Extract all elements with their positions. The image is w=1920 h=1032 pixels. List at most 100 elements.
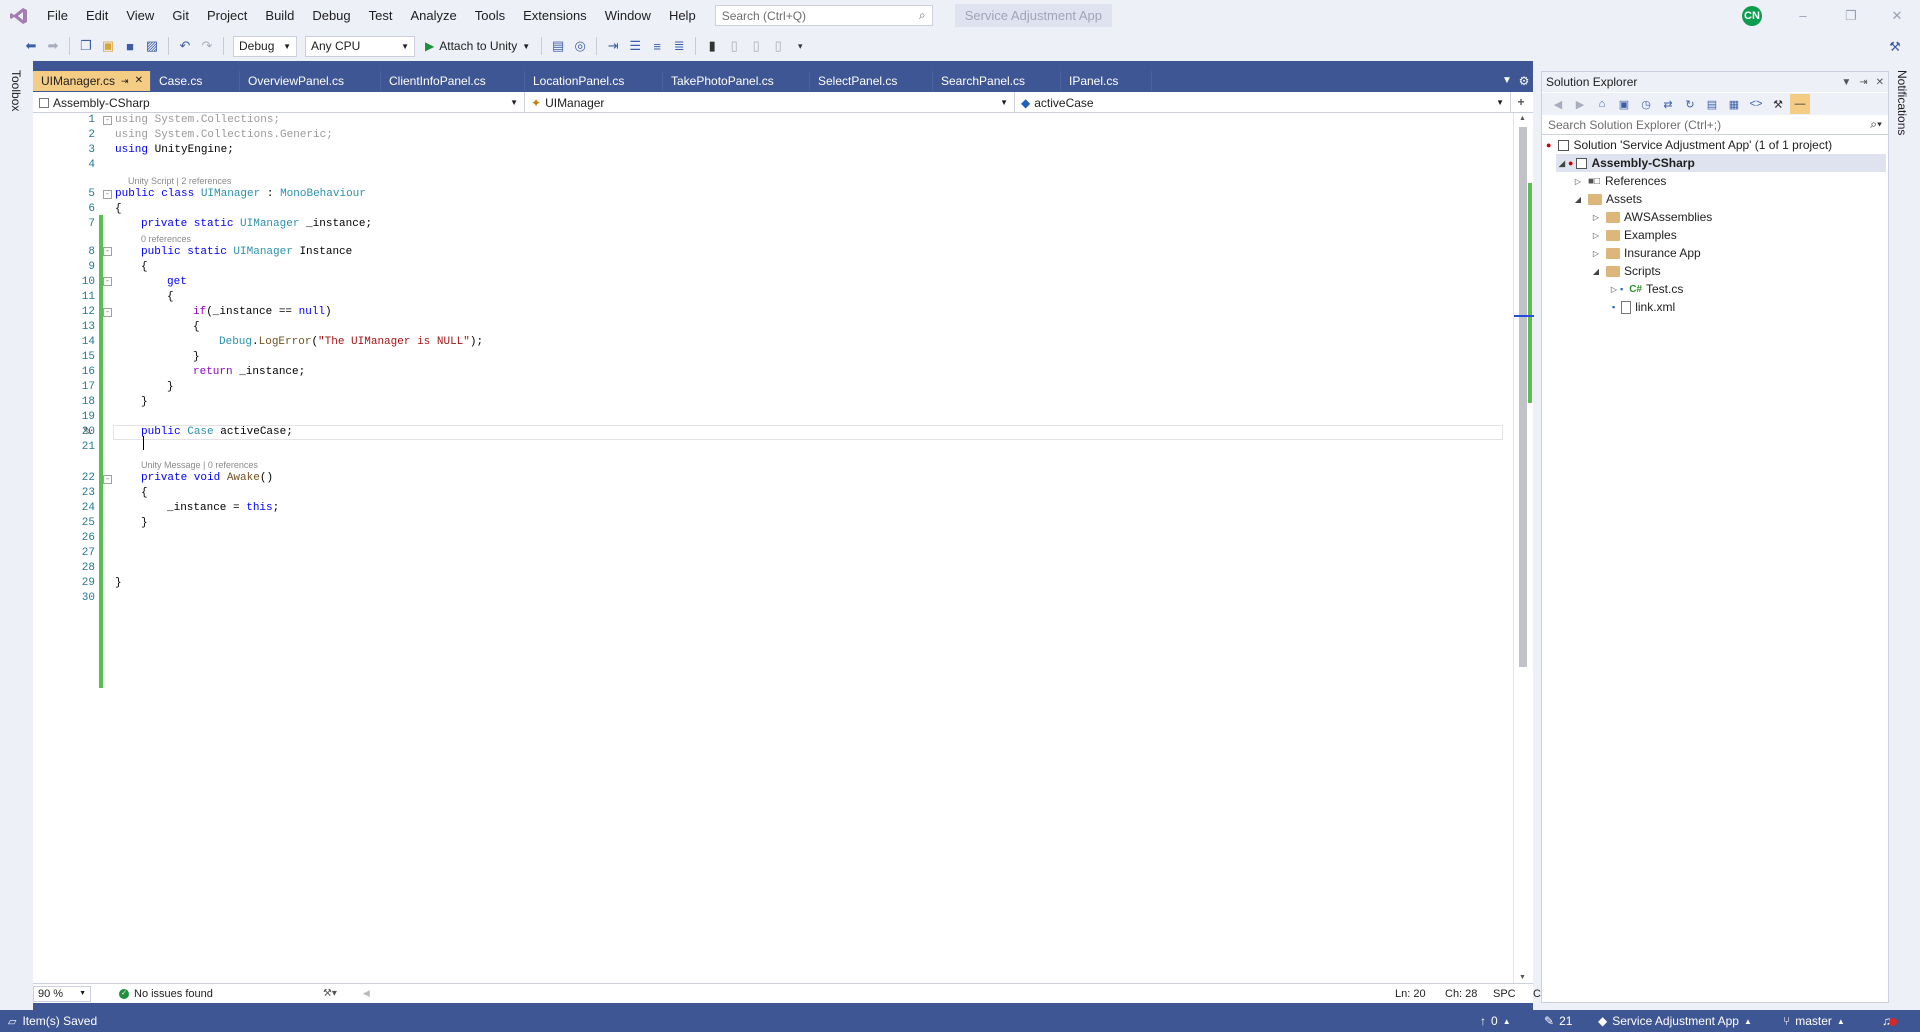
collapse-all-icon[interactable]: ▤ xyxy=(1702,94,1722,114)
scroll-up-icon[interactable]: ▲ xyxy=(1519,115,1526,122)
sync-icon[interactable]: ⇄ xyxy=(1658,94,1678,114)
tab-selectpanel[interactable]: SelectPanel.cs xyxy=(810,71,933,91)
codelens-unity-message[interactable]: Unity Message | 0 references xyxy=(141,459,258,471)
notifications-tab[interactable]: Notifications xyxy=(1895,70,1909,135)
close-icon[interactable]: ✕ xyxy=(1874,0,1920,31)
search-input[interactable]: Search (Ctrl+Q) ⌕ xyxy=(714,5,933,26)
member-dropdown[interactable]: ◆ activeCase ▼ xyxy=(1015,92,1511,113)
collapse-arrow-icon[interactable]: ◢ xyxy=(1590,267,1602,276)
visual-studio-logo-icon[interactable] xyxy=(0,0,38,31)
new-project-icon[interactable]: ❐ xyxy=(75,35,97,57)
tree-item-assets[interactable]: ◢ Assets xyxy=(1572,190,1642,208)
forward-icon[interactable]: ▶ xyxy=(1570,94,1590,114)
platform-select[interactable]: Any CPU ▼ xyxy=(305,35,415,57)
type-dropdown[interactable]: ✦ UIManager ▼ xyxy=(525,92,1015,113)
tree-item-awsassemblies[interactable]: ▷ AWSAssemblies xyxy=(1590,208,1712,226)
browse-icon[interactable]: ▤ xyxy=(547,35,569,57)
back-icon[interactable]: ◀ xyxy=(1548,94,1568,114)
bookmark-icon[interactable]: ▮ xyxy=(701,35,723,57)
menu-build[interactable]: Build xyxy=(256,0,303,31)
tab-case[interactable]: Case.cs xyxy=(151,71,240,91)
pending-changes-filter-icon[interactable]: ◷ xyxy=(1636,94,1656,114)
tree-item-scripts[interactable]: ◢ Scripts xyxy=(1590,262,1661,280)
next-bookmark-icon[interactable]: ▯ xyxy=(745,35,767,57)
menu-analyze[interactable]: Analyze xyxy=(401,0,465,31)
unpushed-commits-button[interactable]: ↑ 0 ▲ xyxy=(1480,1010,1511,1032)
code-editor[interactable]: 1 2 3 4 5 6 7 8 9 10 11 12 13 14 15 16 17 18 19 20 21 22 23 24 2… xyxy=(33,113,1513,983)
tab-locationpanel[interactable]: LocationPanel.cs xyxy=(525,71,663,91)
camera-icon[interactable]: ◎ xyxy=(569,35,591,57)
code-cleanup-icon[interactable]: ⚒▾ xyxy=(323,988,337,999)
configuration-select[interactable]: Debug ▼ xyxy=(233,35,297,57)
repository-button[interactable]: ◆ Service Adjustment App ▲ xyxy=(1598,1010,1752,1032)
scrollbar-thumb[interactable] xyxy=(1519,127,1527,667)
menu-file[interactable]: File xyxy=(38,0,77,31)
tab-list-dropdown-icon[interactable]: ▼ xyxy=(1500,71,1514,91)
tree-item-project[interactable]: ◢ ● Assembly-CSharp xyxy=(1556,154,1886,172)
tree-item-references[interactable]: ▷ ■□ References xyxy=(1572,172,1666,190)
collapse-arrow-icon[interactable]: ◢ xyxy=(1556,159,1568,168)
refresh-icon[interactable]: ↻ xyxy=(1680,94,1700,114)
split-editor-icon[interactable]: + xyxy=(1511,92,1531,112)
codelens-references[interactable]: 0 references xyxy=(141,233,191,245)
menu-extensions[interactable]: Extensions xyxy=(514,0,596,31)
chevron-down-icon[interactable]: ▼ xyxy=(1841,77,1851,88)
undo-icon[interactable]: ↶ xyxy=(174,35,196,57)
preview-selected-icon[interactable]: — xyxy=(1790,94,1810,114)
branch-button[interactable]: ⑂ master ▲ xyxy=(1783,1010,1845,1032)
scroll-down-icon[interactable]: ▼ xyxy=(1519,974,1526,981)
menu-edit[interactable]: Edit xyxy=(77,0,117,31)
format-icon[interactable]: ☰ xyxy=(624,35,646,57)
tab-takephotopanel[interactable]: TakePhotoPanel.cs xyxy=(663,71,810,91)
menu-tools[interactable]: Tools xyxy=(466,0,514,31)
column-indicator[interactable]: Ch: 28 xyxy=(1445,988,1477,1000)
tree-item-examples[interactable]: ▷ Examples xyxy=(1590,226,1677,244)
back-icon[interactable]: ⬅ xyxy=(20,35,42,57)
redo-icon[interactable]: ↷ xyxy=(196,35,218,57)
pending-changes-button[interactable]: ✎ 21 xyxy=(1544,1010,1572,1032)
menu-view[interactable]: View xyxy=(117,0,163,31)
tab-overviewpanel[interactable]: OverviewPanel.cs xyxy=(240,71,381,91)
tab-uimanager[interactable]: UIManager.cs ⇥ ✕ xyxy=(33,71,151,91)
open-folder-icon[interactable]: ▣ xyxy=(97,35,119,57)
expand-arrow-icon[interactable]: ▷ xyxy=(1590,231,1602,240)
save-all-icon[interactable]: ▨ xyxy=(141,35,163,57)
collapse-icon[interactable]: - xyxy=(103,277,112,286)
properties-wrench-icon[interactable]: ⚒ xyxy=(1768,94,1788,114)
issues-indicator[interactable]: ✓ No issues found xyxy=(119,988,213,1000)
menu-help[interactable]: Help xyxy=(660,0,705,31)
project-dropdown[interactable]: Assembly-CSharp ▼ xyxy=(33,92,525,113)
minimize-icon[interactable]: – xyxy=(1780,0,1826,31)
spacing-indicator[interactable]: SPC xyxy=(1493,988,1516,1000)
tab-ipanel[interactable]: IPanel.cs xyxy=(1061,71,1152,91)
comment-icon[interactable]: ≡ xyxy=(646,35,668,57)
expand-arrow-icon[interactable]: ▷ xyxy=(1608,285,1620,294)
tree-item-test-cs[interactable]: ▷ ▪ C# Test.cs xyxy=(1608,280,1683,298)
tab-searchpanel[interactable]: SearchPanel.cs xyxy=(933,71,1061,91)
menu-git[interactable]: Git xyxy=(163,0,198,31)
maximize-icon[interactable]: ❐ xyxy=(1828,0,1874,31)
pin-icon[interactable]: ⇥ xyxy=(121,71,129,91)
save-icon[interactable]: ■ xyxy=(119,35,141,57)
collapse-arrow-icon[interactable]: ◢ xyxy=(1572,195,1584,204)
menu-test[interactable]: Test xyxy=(360,0,402,31)
prev-bookmark-icon[interactable]: ▯ xyxy=(723,35,745,57)
solution-search-input[interactable]: Search Solution Explorer (Ctrl+;) ⌕▾ xyxy=(1542,115,1888,135)
tree-item-insurance-app[interactable]: ▷ Insurance App xyxy=(1590,244,1701,262)
line-indicator[interactable]: Ln: 20 xyxy=(1395,988,1426,1000)
close-icon[interactable]: ✕ xyxy=(135,71,143,91)
attach-to-unity-button[interactable]: ▶ Attach to Unity ▼ xyxy=(419,39,536,53)
menu-window[interactable]: Window xyxy=(596,0,660,31)
collapse-icon[interactable]: - xyxy=(103,247,112,256)
notifications-bell-icon[interactable]: ♫ xyxy=(1882,1010,1897,1032)
pin-icon[interactable]: ⇥ xyxy=(1859,77,1867,88)
tab-clientinfopanel[interactable]: ClientInfoPanel.cs xyxy=(381,71,525,91)
tree-item-solution[interactable]: ● Solution 'Service Adjustment App' (1 o… xyxy=(1546,136,1832,154)
live-share-icon[interactable]: ⚒ xyxy=(1884,36,1906,58)
collapse-icon[interactable]: - xyxy=(103,308,112,317)
quick-actions-pencil-icon[interactable]: ✎ xyxy=(83,425,92,438)
zoom-select[interactable]: 90 % ▼ xyxy=(33,985,91,1002)
indent-icon[interactable]: ⇥ xyxy=(602,35,624,57)
expand-arrow-icon[interactable]: ▷ xyxy=(1590,249,1602,258)
expand-arrow-icon[interactable]: ▷ xyxy=(1590,213,1602,222)
